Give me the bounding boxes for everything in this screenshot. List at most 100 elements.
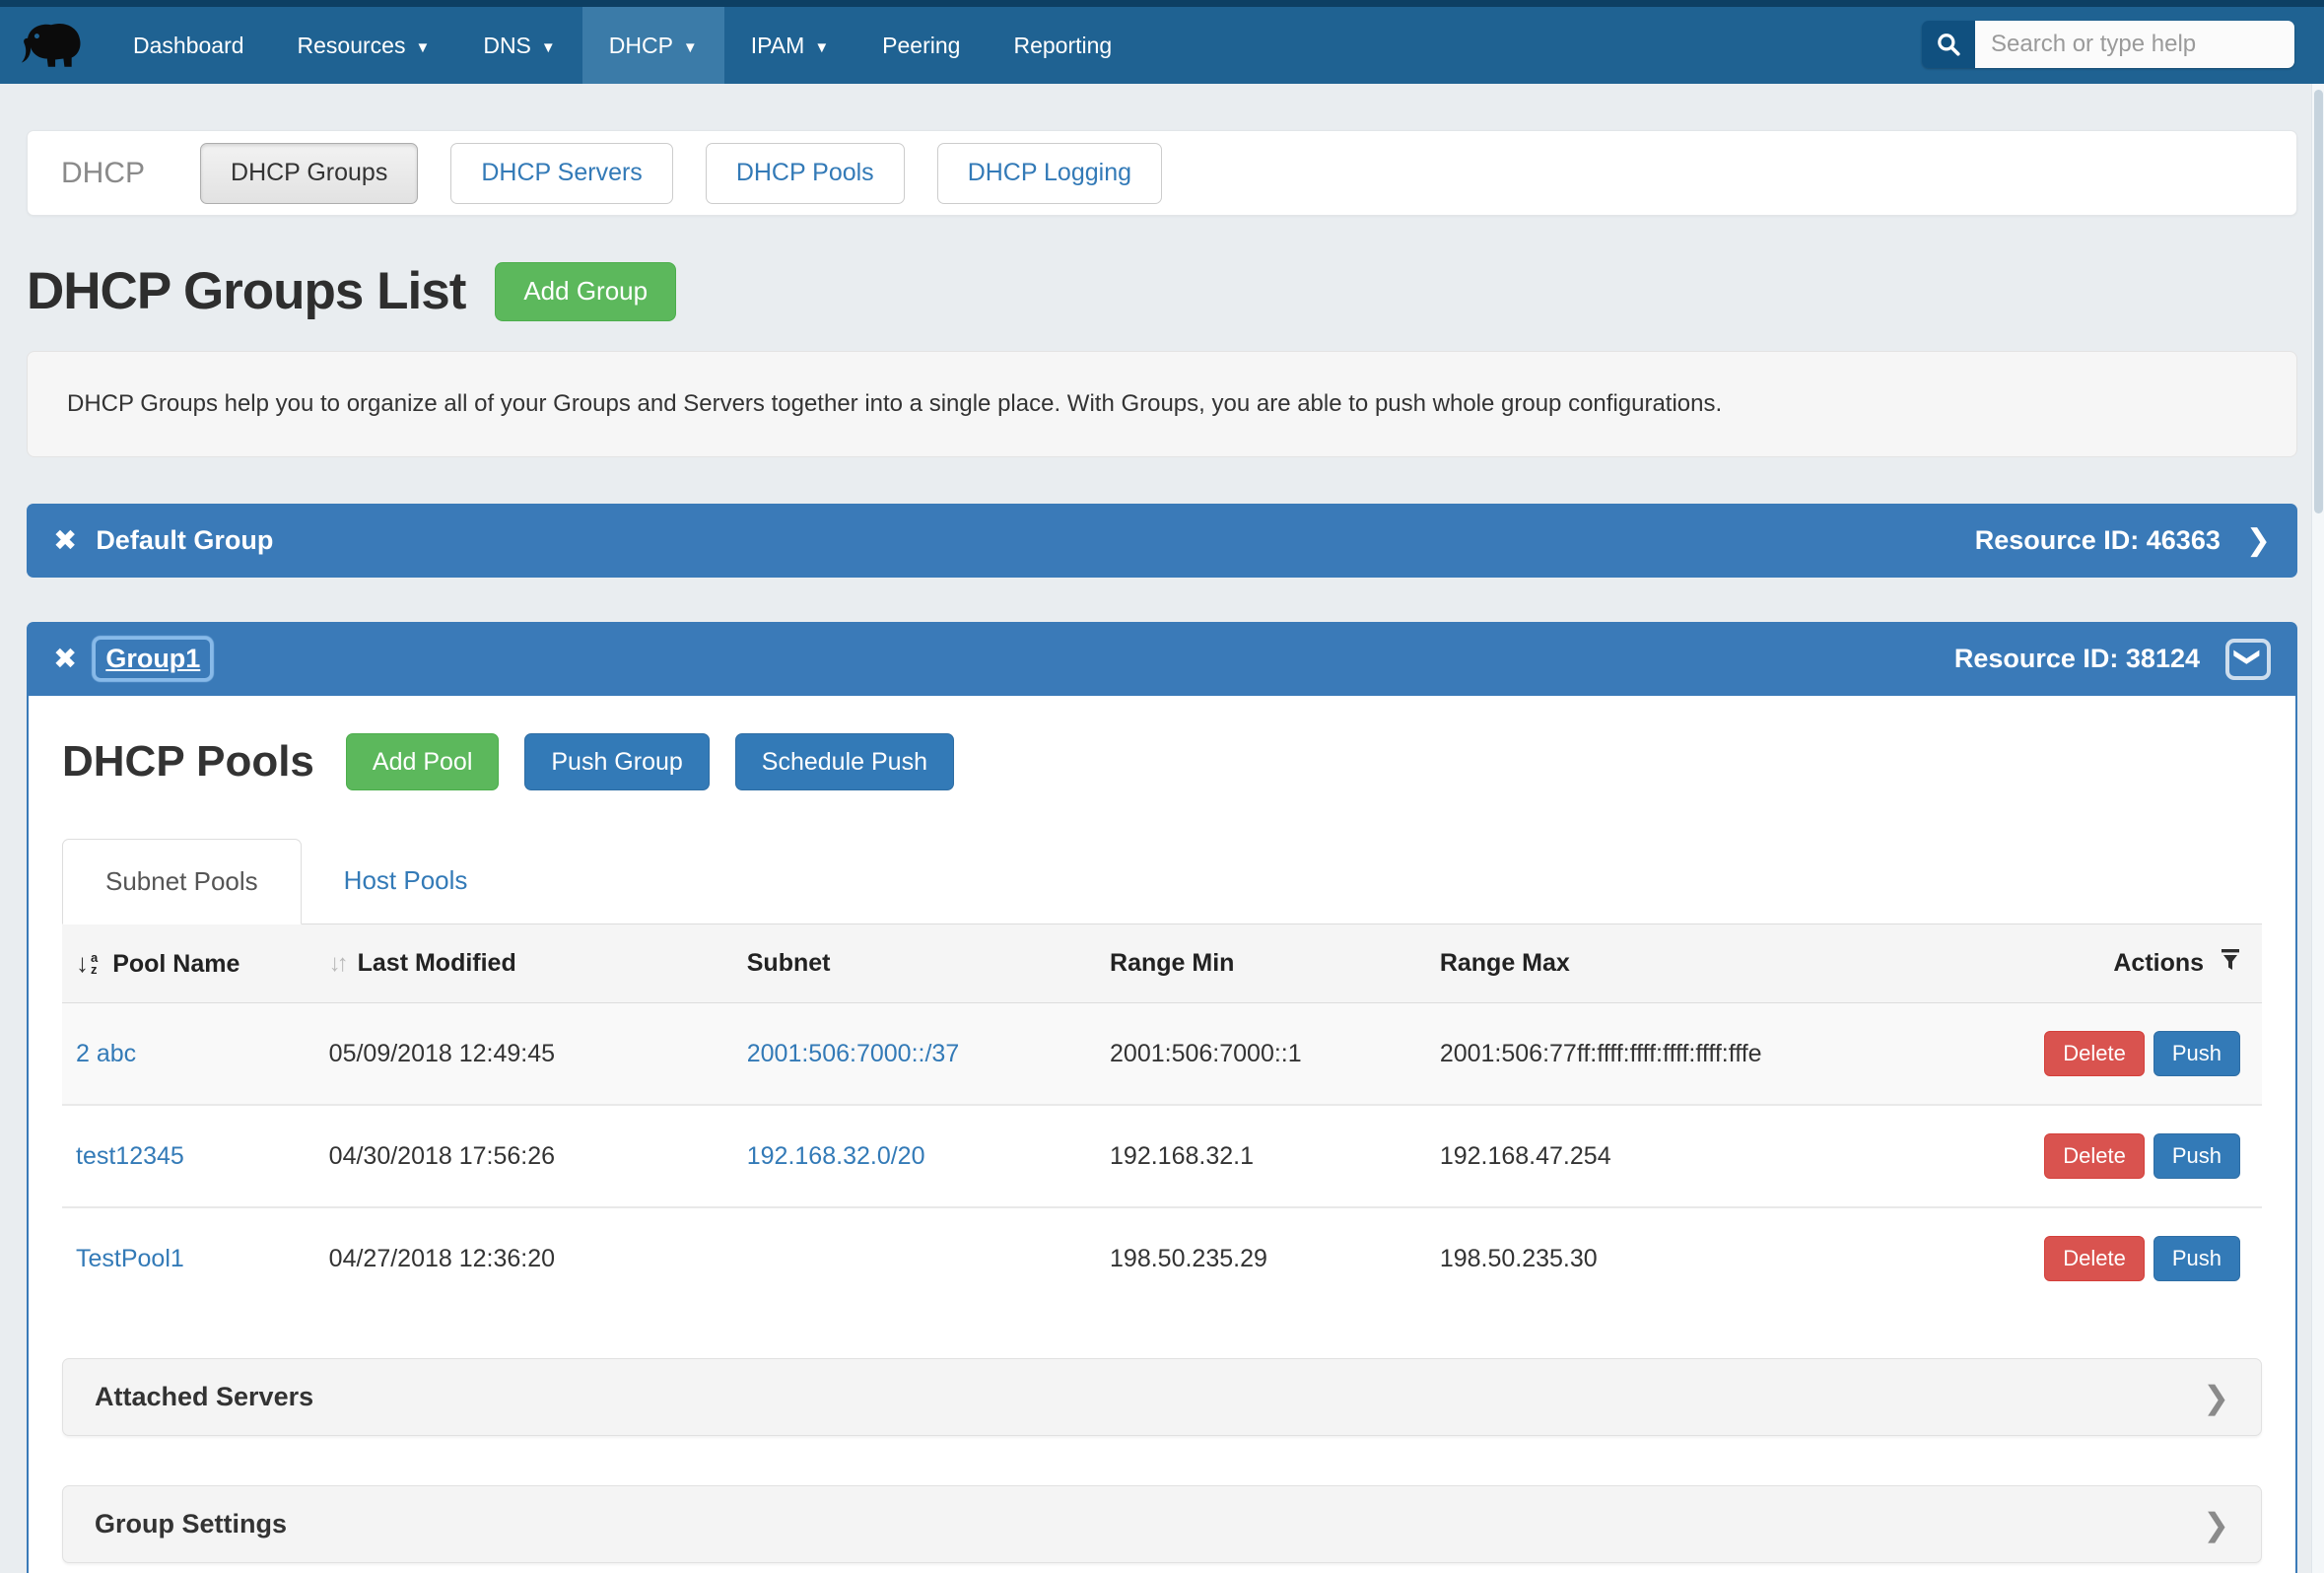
last-modified-cell: 04/30/2018 17:56:26 <box>315 1105 733 1207</box>
pool-name-link[interactable]: test12345 <box>76 1142 184 1170</box>
accordion-label: Group Settings <box>95 1509 287 1539</box>
nav-label: Reporting <box>1013 33 1112 59</box>
nav-item-dns[interactable]: DNS ▼ <box>456 7 581 84</box>
column-last-modified[interactable]: ↓↑ Last Modified <box>315 924 733 1003</box>
chevron-down-icon: ▼ <box>814 40 829 55</box>
subnav-button-dhcp-servers[interactable]: DHCP Servers <box>450 143 672 204</box>
chevron-right-icon[interactable]: ❯ <box>2246 523 2271 558</box>
search-input[interactable] <box>1975 21 2294 68</box>
chevron-down-icon: ❯ <box>2232 647 2263 668</box>
sort-icon: ↓↑ <box>329 950 345 977</box>
chevron-down-icon: ▼ <box>541 40 556 55</box>
column-subnet[interactable]: Subnet <box>733 924 1096 1003</box>
delete-group-icon[interactable]: ✖ <box>53 523 77 558</box>
collapse-group-toggle[interactable]: ❯ <box>2225 639 2271 680</box>
tab-subnet-pools[interactable]: Subnet Pools <box>62 839 302 924</box>
group-bar-group1[interactable]: ✖ Group1 Resource ID: 38124 ❯ <box>27 622 2297 696</box>
delete-group-icon[interactable]: ✖ <box>53 642 77 676</box>
search-icon <box>1936 32 1961 57</box>
delete-pool-button[interactable]: Delete <box>2044 1236 2145 1281</box>
push-pool-button[interactable]: Push <box>2153 1236 2240 1281</box>
subnav-button-dhcp-logging[interactable]: DHCP Logging <box>937 143 1162 204</box>
search-button[interactable] <box>1922 21 1975 68</box>
nav-item-ipam[interactable]: IPAM ▼ <box>724 7 855 84</box>
range-max-cell: 192.168.47.254 <box>1426 1105 1976 1207</box>
add-pool-button[interactable]: Add Pool <box>346 733 499 790</box>
nav-item-dhcp[interactable]: DHCP ▼ <box>582 7 724 84</box>
range-min-cell: 192.168.32.1 <box>1096 1105 1426 1207</box>
table-row: TestPool1 04/27/2018 12:36:20 198.50.235… <box>62 1207 2262 1309</box>
dhcp-groups-description: DHCP Groups help you to organize all of … <box>27 351 2297 457</box>
accordion-label: Attached Servers <box>95 1382 313 1412</box>
chevron-right-icon: ❯ <box>2203 1379 2229 1416</box>
add-group-button[interactable]: Add Group <box>495 262 676 321</box>
resource-id-label: Resource ID: 46363 <box>1975 525 2221 556</box>
dhcp-subnav: DHCP DHCP Groups DHCP Servers DHCP Pools… <box>27 130 2297 216</box>
schedule-push-button[interactable]: Schedule Push <box>735 733 954 790</box>
column-range-max[interactable]: Range Max <box>1426 924 1976 1003</box>
range-min-cell: 2001:506:7000::1 <box>1096 1003 1426 1106</box>
sort-alpha-asc-icon: ↓az <box>76 948 98 979</box>
page-scrollbar[interactable] <box>2311 84 2324 1573</box>
subnet-pools-table: ↓az Pool Name ↓↑ Last Modified Subnet Ra… <box>62 924 2262 1309</box>
nav-item-reporting[interactable]: Reporting <box>987 7 1138 84</box>
subnet-link[interactable]: 192.168.32.0/20 <box>747 1142 925 1170</box>
column-pool-name[interactable]: ↓az Pool Name <box>62 924 315 1003</box>
group1-panel-body: DHCP Pools Add Pool Push Group Schedule … <box>27 696 2297 1573</box>
provision-mammoth-logo[interactable] <box>0 7 106 84</box>
delete-pool-button[interactable]: Delete <box>2044 1133 2145 1179</box>
nav-label: Peering <box>882 33 960 59</box>
group-name-link[interactable]: Group1 <box>96 640 210 678</box>
nav-item-peering[interactable]: Peering <box>855 7 987 84</box>
column-label: Last Modified <box>358 949 516 977</box>
subnav-button-dhcp-pools[interactable]: DHCP Pools <box>706 143 905 204</box>
browser-top-strip <box>0 0 2324 7</box>
global-search <box>1922 21 2294 68</box>
delete-pool-button[interactable]: Delete <box>2044 1031 2145 1076</box>
subnet-link[interactable]: 2001:506:7000::/37 <box>747 1040 959 1067</box>
scrollbar-thumb[interactable] <box>2314 90 2323 513</box>
push-pool-button[interactable]: Push <box>2153 1031 2240 1076</box>
tab-host-pools[interactable]: Host Pools <box>302 839 511 924</box>
nav-item-dashboard[interactable]: Dashboard <box>106 7 271 84</box>
push-group-button[interactable]: Push Group <box>524 733 709 790</box>
column-label: Actions <box>2113 949 2204 977</box>
subnav-section-label: DHCP <box>61 157 145 190</box>
group-bar-right: Resource ID: 38124 ❯ <box>1954 639 2271 680</box>
group-bar-default-group[interactable]: ✖ Default Group Resource ID: 46363 ❯ <box>27 504 2297 578</box>
group-bar-right: Resource ID: 46363 ❯ <box>1975 523 2271 558</box>
nav-label: DHCP <box>609 33 673 59</box>
pool-name-link[interactable]: TestPool1 <box>76 1245 184 1272</box>
range-max-cell: 198.50.235.30 <box>1426 1207 1976 1309</box>
chevron-right-icon: ❯ <box>2203 1506 2229 1543</box>
column-label: Range Min <box>1110 949 1234 977</box>
chevron-down-icon: ▼ <box>683 40 698 55</box>
subnav-button-dhcp-groups[interactable]: DHCP Groups <box>200 143 418 204</box>
push-pool-button[interactable]: Push <box>2153 1133 2240 1179</box>
filter-icon[interactable] <box>2221 949 2240 971</box>
title-row: DHCP Groups List Add Group <box>27 261 2297 321</box>
range-min-cell: 198.50.235.29 <box>1096 1207 1426 1309</box>
group-name: Default Group <box>96 525 273 556</box>
mammoth-icon <box>17 18 90 73</box>
dhcp-pools-title: DHCP Pools <box>62 737 314 786</box>
group-settings-accordion[interactable]: Group Settings ❯ <box>62 1485 2262 1563</box>
top-navbar: Dashboard Resources ▼ DNS ▼ DHCP ▼ IPAM … <box>0 7 2324 84</box>
column-label: Pool Name <box>112 950 239 978</box>
chevron-down-icon: ▼ <box>415 40 430 55</box>
pool-name-link[interactable]: 2 abc <box>76 1040 136 1067</box>
table-row: 2 abc 05/09/2018 12:49:45 2001:506:7000:… <box>62 1003 2262 1106</box>
nav-label: Resources <box>298 33 406 59</box>
dhcp-pools-header: DHCP Pools Add Pool Push Group Schedule … <box>62 733 2262 790</box>
column-label: Range Max <box>1440 949 1570 977</box>
pools-tabs: Subnet Pools Host Pools <box>62 838 2262 924</box>
column-label: Subnet <box>747 949 831 977</box>
nav-label: DNS <box>483 33 531 59</box>
column-actions[interactable]: Actions <box>1976 924 2262 1003</box>
last-modified-cell: 05/09/2018 12:49:45 <box>315 1003 733 1106</box>
attached-servers-accordion[interactable]: Attached Servers ❯ <box>62 1358 2262 1436</box>
column-range-min[interactable]: Range Min <box>1096 924 1426 1003</box>
nav-label: IPAM <box>751 33 805 59</box>
page-title: DHCP Groups List <box>27 261 465 321</box>
nav-item-resources[interactable]: Resources ▼ <box>271 7 457 84</box>
